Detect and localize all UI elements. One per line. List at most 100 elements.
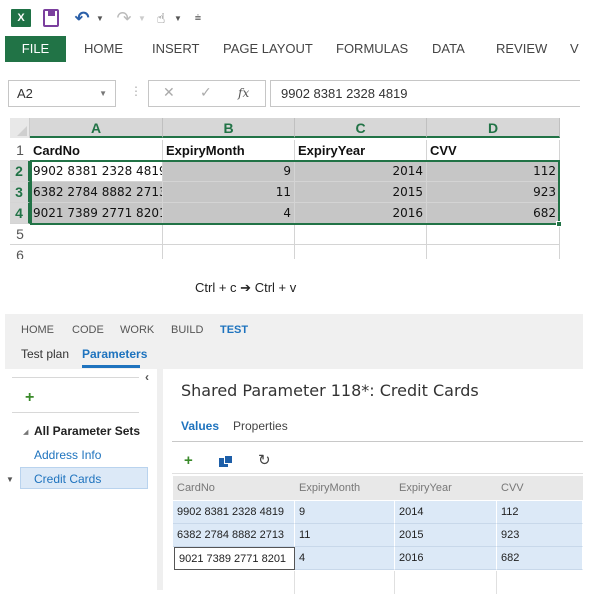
refresh-icon[interactable]: ↻ <box>258 451 271 469</box>
cell-a1[interactable]: CardNo <box>30 140 163 161</box>
grid-header-cardno[interactable]: CardNo <box>173 476 295 500</box>
customize-toolbar-icon[interactable]: ⩧ <box>193 9 203 27</box>
chevron-down-icon[interactable]: ▼ <box>99 81 107 106</box>
name-box[interactable]: A2 ▼ <box>8 80 116 107</box>
nav-code[interactable]: CODE <box>72 324 104 336</box>
cell-a4[interactable]: 9021 7389 2771 8201 <box>30 203 163 224</box>
grid-cell-empty[interactable] <box>173 571 295 594</box>
tab-review[interactable]: REVIEW <box>496 36 547 62</box>
copy-shortcut-label: Ctrl + c <box>195 280 237 295</box>
insert-function-icon[interactable]: fx <box>238 86 249 100</box>
cell-a6[interactable] <box>30 245 163 259</box>
cancel-icon[interactable]: ✕ <box>163 84 175 101</box>
collapse-sidebar-icon[interactable]: ‹ <box>145 370 149 384</box>
column-header-c[interactable]: C <box>295 118 427 138</box>
cell-a5[interactable] <box>30 224 163 245</box>
column-header-a[interactable]: A <box>30 118 163 138</box>
subnav-parameters[interactable]: Parameters <box>82 347 147 361</box>
row-header-1[interactable]: 1 <box>10 140 30 161</box>
grid-cell[interactable]: 923 <box>497 524 583 547</box>
undo-icon[interactable]: ↶ <box>74 8 90 28</box>
cell-d3[interactable]: 923 <box>427 182 560 203</box>
row-header-2[interactable]: 2 <box>10 161 30 182</box>
touch-dropdown-icon[interactable]: ▼ <box>174 9 182 27</box>
grid-cell[interactable]: 112 <box>497 501 583 524</box>
grid-cell-active[interactable]: 9021 7389 2771 8201 <box>174 547 295 570</box>
grid-cell[interactable]: 9902 8381 2328 4819 <box>173 501 295 524</box>
tab-insert[interactable]: INSERT <box>152 36 199 62</box>
tab-values[interactable]: Values <box>181 419 219 433</box>
save-icon[interactable] <box>43 9 59 27</box>
grid-cell[interactable]: 682 <box>497 547 583 570</box>
undo-dropdown-icon[interactable]: ▼ <box>96 9 104 27</box>
cell-c3[interactable]: 2015 <box>295 182 427 203</box>
cell-d5[interactable] <box>427 224 560 245</box>
tab-properties[interactable]: Properties <box>233 419 288 433</box>
add-parameter-set-icon[interactable]: + <box>25 389 34 407</box>
cell-b1[interactable]: ExpiryMonth <box>163 140 295 161</box>
nav-home[interactable]: HOME <box>21 324 54 336</box>
grid-cell[interactable]: 9 <box>295 501 395 524</box>
redo-icon[interactable]: ↷ <box>116 8 132 28</box>
cell-c6[interactable] <box>295 245 427 259</box>
cell-b3[interactable]: 11 <box>163 182 295 203</box>
tree-collapse-icon[interactable]: ◢ <box>23 428 28 436</box>
grid-cell[interactable]: 2015 <box>395 524 497 547</box>
cell-b2[interactable]: 9 <box>163 161 295 182</box>
column-header-b[interactable]: B <box>163 118 295 138</box>
row-header-5[interactable]: 5 <box>10 224 30 245</box>
grid-header-expiryyear[interactable]: ExpiryYear <box>395 476 497 500</box>
item-menu-icon[interactable]: ▼ <box>6 475 14 484</box>
grid-cell-empty[interactable] <box>295 571 395 594</box>
grid-cell-empty[interactable] <box>395 571 497 594</box>
grid-header-expirymonth[interactable]: ExpiryMonth <box>295 476 395 500</box>
tab-data[interactable]: DATA <box>432 36 465 62</box>
subnav-test-plan[interactable]: Test plan <box>21 347 69 361</box>
row-header-3[interactable]: 3 <box>10 182 30 203</box>
cell-d6[interactable] <box>427 245 560 259</box>
cell-d4[interactable]: 682 <box>427 203 560 224</box>
row-header-6[interactable]: 6 <box>10 245 30 259</box>
cell-c2[interactable]: 2014 <box>295 161 427 182</box>
redo-dropdown-icon[interactable]: ▼ <box>138 9 146 27</box>
save-all-icon[interactable] <box>219 455 233 467</box>
cell-d2[interactable]: 112 <box>427 161 560 182</box>
grid-cell[interactable]: 4 <box>295 547 395 570</box>
cell-a3[interactable]: 6382 2784 8882 2713 <box>30 182 163 203</box>
column-header-d[interactable]: D <box>427 118 560 138</box>
tree-root-all-parameter-sets[interactable]: All Parameter Sets <box>34 424 140 438</box>
add-row-icon[interactable]: + <box>184 452 193 469</box>
formula-bar-grip-icon[interactable]: ⋮ <box>130 84 142 98</box>
tab-home[interactable]: HOME <box>84 36 123 62</box>
cell-a2[interactable]: 9902 8381 2328 4819 <box>30 161 163 182</box>
grid-cell[interactable]: 2014 <box>395 501 497 524</box>
nav-test[interactable]: TEST <box>220 324 248 336</box>
row-header-4[interactable]: 4 <box>10 203 30 224</box>
touch-mode-icon[interactable]: ☝ <box>153 9 169 27</box>
cell-c1[interactable]: ExpiryYear <box>295 140 427 161</box>
grid-header-cvv[interactable]: CVV <box>497 476 583 500</box>
formula-input[interactable]: 9902 8381 2328 4819 <box>270 80 580 107</box>
grid-cell[interactable]: 2016 <box>395 547 497 570</box>
tab-view-partial[interactable]: V <box>570 36 579 62</box>
cell-d1[interactable]: CVV <box>427 140 560 161</box>
sidebar-splitter[interactable] <box>157 369 163 590</box>
tab-file[interactable]: FILE <box>5 36 66 62</box>
nav-work[interactable]: WORK <box>120 324 154 336</box>
tab-formulas[interactable]: FORMULAS <box>336 36 408 62</box>
sidebar-item-address-info[interactable]: Address Info <box>34 448 101 462</box>
cell-b4[interactable]: 4 <box>163 203 295 224</box>
select-all-corner[interactable] <box>10 118 30 138</box>
enter-icon[interactable]: ✓ <box>200 84 212 101</box>
cell-c4[interactable]: 2016 <box>295 203 427 224</box>
grid-cell[interactable]: 6382 2784 8882 2713 <box>173 524 295 547</box>
sidebar-item-credit-cards[interactable]: Credit Cards <box>34 472 101 486</box>
fill-handle[interactable] <box>556 221 562 227</box>
cell-b6[interactable] <box>163 245 295 259</box>
cell-c5[interactable] <box>295 224 427 245</box>
nav-build[interactable]: BUILD <box>171 324 203 336</box>
grid-cell[interactable]: 11 <box>295 524 395 547</box>
tab-page-layout[interactable]: PAGE LAYOUT <box>223 36 313 62</box>
copy-paste-caption: Ctrl + c ➔ Ctrl + v <box>195 280 296 296</box>
cell-b5[interactable] <box>163 224 295 245</box>
